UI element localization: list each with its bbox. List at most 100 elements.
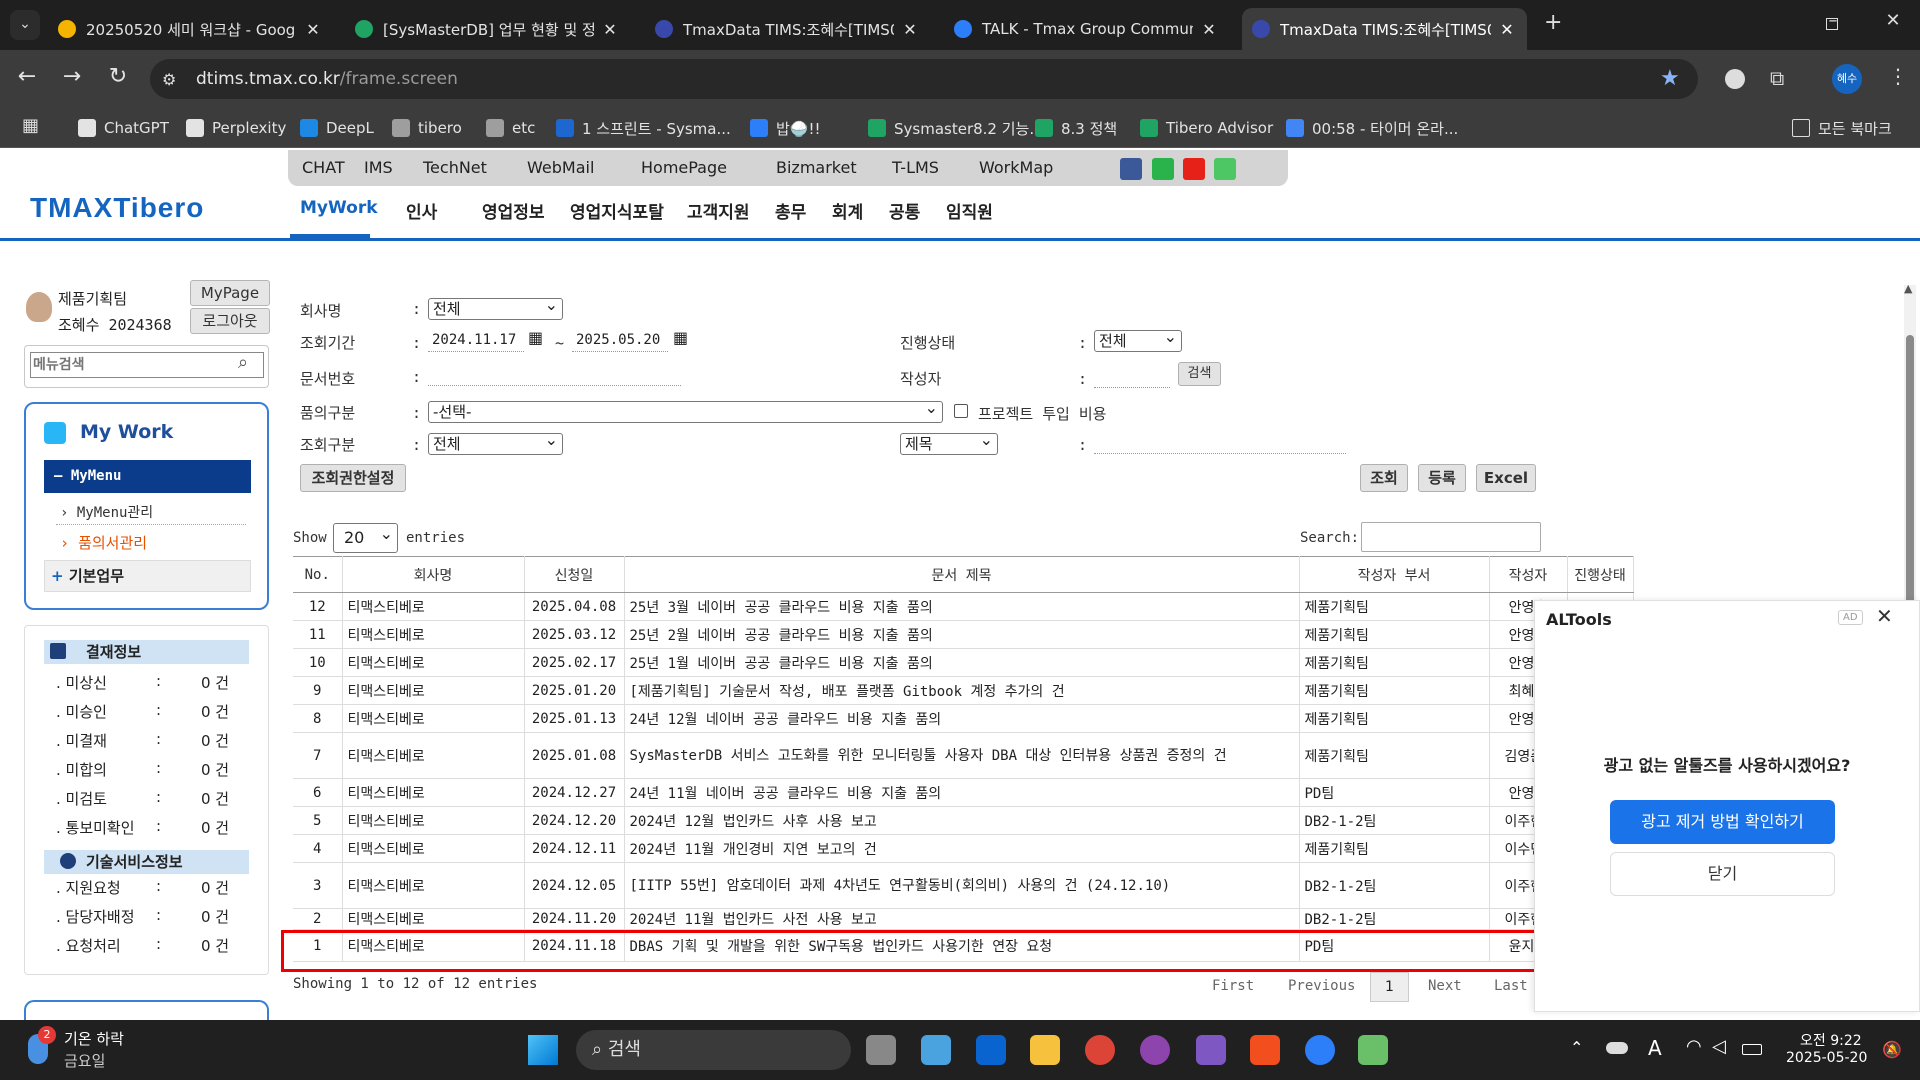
company-select[interactable]: 전체: [428, 295, 563, 320]
clock-date[interactable]: 2025-05-20: [1786, 1050, 1867, 1066]
paint-icon[interactable]: [1358, 1035, 1388, 1065]
close-tab-icon[interactable]: ✕: [1199, 20, 1219, 39]
column-header[interactable]: 진행상태: [1567, 556, 1634, 593]
youtube-icon[interactable]: [1183, 158, 1205, 180]
top-menu-item[interactable]: CHAT: [302, 158, 345, 177]
excel-button[interactable]: Excel: [1476, 464, 1536, 492]
writer-search-button[interactable]: 검색: [1178, 362, 1221, 386]
pager-current[interactable]: 1: [1370, 972, 1409, 1002]
top-menu-item[interactable]: WorkMap: [979, 158, 1053, 177]
window-restore-button[interactable]: [1826, 18, 1838, 30]
github-icon[interactable]: [1140, 1035, 1170, 1065]
mymenu-manage-link[interactable]: › MyMenu관리: [60, 502, 153, 522]
notification-bell-icon[interactable]: 🔕: [1882, 1040, 1902, 1059]
top-menu-item[interactable]: WebMail: [527, 158, 594, 177]
remove-ads-button[interactable]: 광고 제거 방법 확인하기: [1610, 800, 1835, 844]
obsidian-icon[interactable]: [1196, 1035, 1226, 1065]
main-menu-item[interactable]: 총무: [775, 198, 806, 223]
column-header[interactable]: 작성자: [1489, 556, 1568, 593]
site-info-icon[interactable]: ⚙: [162, 70, 176, 89]
pager-previous[interactable]: Previous: [1288, 978, 1355, 994]
menu-search-input[interactable]: [30, 352, 264, 378]
close-tab-icon[interactable]: ✕: [600, 20, 620, 39]
close-tab-icon[interactable]: ✕: [900, 20, 920, 39]
summary-row[interactable]: . 요청처리: 0 건: [56, 935, 246, 956]
altools-dismiss-button[interactable]: 닫기: [1610, 852, 1835, 896]
top-menu-item[interactable]: IMS: [364, 158, 393, 177]
column-header[interactable]: 신청일: [524, 556, 625, 593]
file-explorer-icon[interactable]: [1030, 1035, 1060, 1065]
table-row[interactable]: 7 티맥스티베로 2025.01.08 SysMasterDB 서비스 고도화를 위한…: [293, 732, 1634, 779]
close-window-icon[interactable]: ✕: [1878, 10, 1908, 31]
bookmark-item[interactable]: Tibero Advisor: [1140, 113, 1273, 143]
main-menu-item[interactable]: 인사: [406, 198, 437, 223]
table-row[interactable]: 5 티맥스티베로 2024.12.20 2024년 12월 법인카드 사후 사용 보고…: [293, 806, 1634, 835]
main-menu-item[interactable]: 영업정보: [482, 198, 545, 223]
summary-row[interactable]: . 미결재: 0 건: [56, 730, 246, 751]
summary-row[interactable]: . 담당자배정: 0 건: [56, 906, 246, 927]
capture-tool-icon[interactable]: [921, 1035, 951, 1065]
taskbar-search[interactable]: ⌕ 검색: [576, 1030, 851, 1070]
tmax-tibero-logo[interactable]: TMAXTibero: [30, 192, 204, 224]
facebook-icon[interactable]: [1120, 158, 1142, 180]
task-view-icon[interactable]: [866, 1035, 896, 1065]
writer-input[interactable]: [1094, 368, 1170, 388]
query-button[interactable]: 조회: [1360, 464, 1408, 492]
status-select[interactable]: 전체: [1094, 327, 1182, 352]
bookmark-item[interactable]: DeepL: [300, 113, 374, 143]
column-header[interactable]: 작성자 부서: [1299, 556, 1490, 593]
main-menu-item[interactable]: 고객지원: [687, 198, 750, 223]
mypage-button[interactable]: MyPage: [190, 280, 270, 306]
top-menu-item[interactable]: T-LMS: [892, 158, 939, 177]
battery-icon[interactable]: [1742, 1044, 1762, 1055]
table-row[interactable]: 11 티맥스티베로 2025.03.12 25년 2월 네이버 공공 클라우드 비용 …: [293, 620, 1634, 649]
summary-row[interactable]: . 지원요청: 0 건: [56, 877, 246, 898]
tab-search-icon[interactable]: ⌄: [10, 10, 40, 40]
bookmark-item[interactable]: Perplexity: [186, 113, 286, 143]
kakao-icon[interactable]: [1152, 158, 1174, 180]
pager-first[interactable]: First: [1212, 978, 1254, 994]
bookmark-star-icon[interactable]: ★: [1660, 66, 1680, 91]
ime-indicator[interactable]: A: [1648, 1036, 1662, 1060]
apps-grid-icon[interactable]: ▦: [22, 115, 39, 136]
profile-avatar[interactable]: 혜수: [1832, 64, 1862, 94]
calendar-to-icon[interactable]: ▦: [673, 328, 688, 347]
table-row[interactable]: 2 티맥스티베로 2024.11.20 2024년 11월 법인카드 사전 사용 보고…: [293, 908, 1634, 930]
basic-work-header[interactable]: + 기본업무: [44, 560, 251, 592]
figma-icon[interactable]: [1250, 1035, 1280, 1065]
wifi-icon[interactable]: ◠: [1686, 1036, 1702, 1057]
summary-row[interactable]: . 미상신: 0 건: [56, 672, 246, 693]
blog-icon[interactable]: [1214, 158, 1236, 180]
address-bar[interactable]: dtims.tmax.co.kr/frame.screen: [150, 59, 1698, 99]
summary-row[interactable]: . 미검토: 0 건: [56, 788, 246, 809]
back-icon[interactable]: ←: [12, 64, 42, 89]
table-row[interactable]: 4 티맥스티베로 2024.12.11 2024년 11월 개인경비 지연 보고의 건…: [293, 834, 1634, 863]
table-row[interactable]: 9 티맥스티베로 2025.01.20 [제품기획팀] 기술문서 작성, 배포 플랫폼…: [293, 676, 1634, 705]
docno-input[interactable]: [428, 366, 681, 386]
column-header[interactable]: 문서 제목: [624, 556, 1300, 593]
type-select[interactable]: -선택-: [428, 398, 943, 423]
page-size-select[interactable]: 20: [333, 520, 398, 553]
altools-close-icon[interactable]: ✕: [1876, 604, 1893, 628]
bookmark-item[interactable]: 8.3 정책: [1035, 113, 1117, 143]
all-bookmarks[interactable]: 모든 북마크: [1792, 113, 1892, 143]
search-icon[interactable]: ⌕: [238, 352, 248, 373]
bookmark-item[interactable]: 00:58 - 타이머 온라...: [1286, 113, 1458, 143]
summary-row[interactable]: . 미승인: 0 건: [56, 701, 246, 722]
bookmark-item[interactable]: 1 스프린트 - Sysma...: [556, 113, 731, 143]
table-row[interactable]: 12 티맥스티베로 2025.04.08 25년 3월 네이버 공공 클라우드 비용 …: [293, 592, 1634, 621]
bookmark-item[interactable]: tibero: [392, 113, 462, 143]
browser-tab[interactable]: 20250520 세미 워크샵 - Goog ✕: [48, 8, 333, 50]
close-tab-icon[interactable]: ✕: [303, 20, 323, 39]
table-row[interactable]: 10 티맥스티베로 2025.02.17 25년 1월 네이버 공공 클라우드 비용 …: [293, 648, 1634, 677]
main-menu-item[interactable]: MyWork: [300, 198, 378, 218]
table-row[interactable]: 6 티맥스티베로 2024.12.27 24년 11월 네이버 공공 클라우드 비용 …: [293, 778, 1634, 807]
field-select[interactable]: 제목: [900, 430, 998, 455]
browser-tab[interactable]: TmaxData TIMS:조혜수[TIMS02 ✕: [645, 8, 930, 50]
register-button[interactable]: 등록: [1418, 464, 1466, 492]
mymenu-header[interactable]: — MyMenu: [44, 460, 251, 493]
logout-button[interactable]: 로그아웃: [190, 308, 270, 334]
bookmark-item[interactable]: ChatGPT: [78, 113, 169, 143]
pager-next[interactable]: Next: [1428, 978, 1462, 994]
top-menu-item[interactable]: HomePage: [641, 158, 727, 177]
